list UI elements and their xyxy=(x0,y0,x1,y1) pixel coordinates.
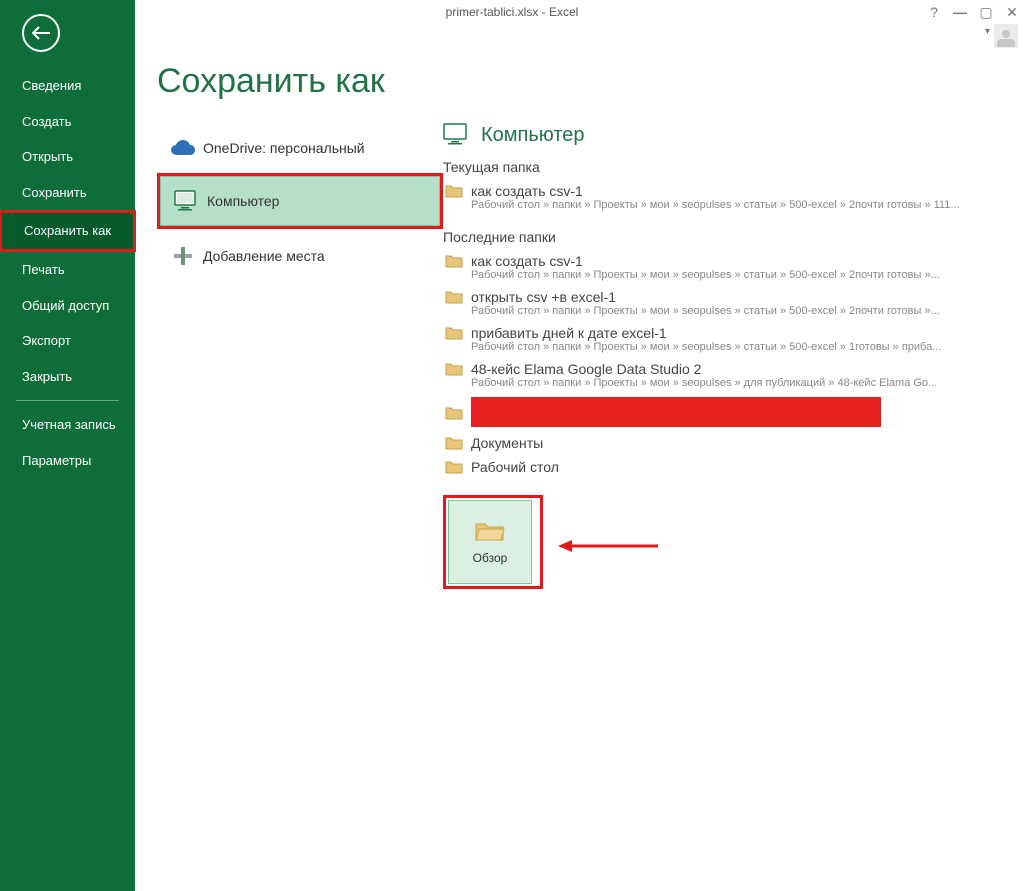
sidebar-item-print[interactable]: Печать xyxy=(0,252,135,288)
sidebar-item-open[interactable]: Открыть xyxy=(0,139,135,175)
folder-open-icon xyxy=(474,519,506,543)
place-label: OneDrive: персональный xyxy=(203,140,365,156)
maximize-button[interactable]: ▢ xyxy=(978,4,994,21)
annotation-arrow-icon xyxy=(558,538,658,554)
ribbon-collapse-icon[interactable]: ▾ xyxy=(985,26,990,37)
folder-recent-0[interactable]: как создать csv-1 Рабочий стол » папки »… xyxy=(443,249,1004,285)
sidebar-separator xyxy=(16,400,119,401)
annotation-highlight-sidebar: Сохранить как xyxy=(0,210,136,252)
place-onedrive[interactable]: OneDrive: персональный xyxy=(157,123,443,173)
place-add[interactable]: Добавление места xyxy=(157,231,443,281)
folder-desktop[interactable]: Рабочий стол xyxy=(443,455,1004,479)
folder-icon xyxy=(445,325,467,340)
folder-recent-3[interactable]: 48-кейс Elama Google Data Studio 2 Рабоч… xyxy=(443,357,1004,393)
place-label: Добавление места xyxy=(203,248,325,264)
close-button[interactable]: ✕ xyxy=(1004,4,1020,21)
titlebar: primer-tablici.xlsx - Excel ? — ▢ ✕ ▾ xyxy=(0,0,1024,24)
add-place-icon xyxy=(163,245,203,267)
page-title: Сохранить как xyxy=(157,62,1024,101)
sidebar-item-share[interactable]: Общий доступ xyxy=(0,288,135,324)
folder-icon xyxy=(445,405,467,420)
annotation-highlight-computer: Компьютер xyxy=(157,173,443,229)
help-button[interactable]: ? xyxy=(926,4,942,20)
current-folder-label: Текущая папка xyxy=(443,159,1004,175)
sidebar-item-export[interactable]: Экспорт xyxy=(0,323,135,359)
sidebar-item-close[interactable]: Закрыть xyxy=(0,359,135,395)
places-list: OneDrive: персональный Компьютер xyxy=(157,123,443,589)
folder-redacted[interactable] xyxy=(443,393,1004,431)
place-label: Компьютер xyxy=(207,193,279,209)
folder-icon xyxy=(445,183,467,198)
sidebar-item-save[interactable]: Сохранить xyxy=(0,175,135,211)
sidebar-item-info[interactable]: Сведения xyxy=(0,68,135,104)
recent-folders-label: Последние папки xyxy=(443,229,1004,245)
browse-button[interactable]: Обзор xyxy=(448,500,532,584)
window-controls: ? — ▢ ✕ xyxy=(926,0,1020,24)
backstage-sidebar: Сведения Создать Открыть Сохранить Сохра… xyxy=(0,0,135,891)
back-button[interactable] xyxy=(22,14,60,52)
sidebar-item-new[interactable]: Создать xyxy=(0,104,135,140)
place-computer[interactable]: Компьютер xyxy=(160,176,440,226)
cloud-icon xyxy=(163,139,203,157)
folder-recent-1[interactable]: открыть csv +в excel-1 Рабочий стол » па… xyxy=(443,285,1004,321)
location-heading: Компьютер xyxy=(443,123,1004,147)
folder-icon xyxy=(445,435,467,450)
redacted-block xyxy=(471,397,881,427)
sidebar-item-options[interactable]: Параметры xyxy=(0,443,135,479)
sidebar-item-save-as[interactable]: Сохранить как xyxy=(2,213,133,249)
window-title: primer-tablici.xlsx - Excel xyxy=(446,5,579,19)
account-avatar[interactable] xyxy=(994,24,1018,48)
folder-icon xyxy=(445,289,467,304)
folder-icon xyxy=(445,253,467,268)
annotation-highlight-browse: Обзор xyxy=(443,495,543,589)
folder-icon xyxy=(445,361,467,376)
backstage-main: Сохранить как OneDrive: персональный xyxy=(135,48,1024,891)
folder-current-0[interactable]: как создать csv-1 Рабочий стол » папки »… xyxy=(443,179,1004,215)
computer-icon xyxy=(167,190,207,212)
sidebar-item-account[interactable]: Учетная запись xyxy=(0,407,135,443)
computer-icon xyxy=(443,123,471,147)
location-pane: Компьютер Текущая папка как создать csv-… xyxy=(443,123,1024,589)
folder-documents[interactable]: Документы xyxy=(443,431,1004,455)
minimize-button[interactable]: — xyxy=(952,4,968,20)
folder-icon xyxy=(445,459,467,474)
arrow-left-icon xyxy=(32,26,50,40)
folder-recent-2[interactable]: прибавить дней к дате excel-1 Рабочий ст… xyxy=(443,321,1004,357)
